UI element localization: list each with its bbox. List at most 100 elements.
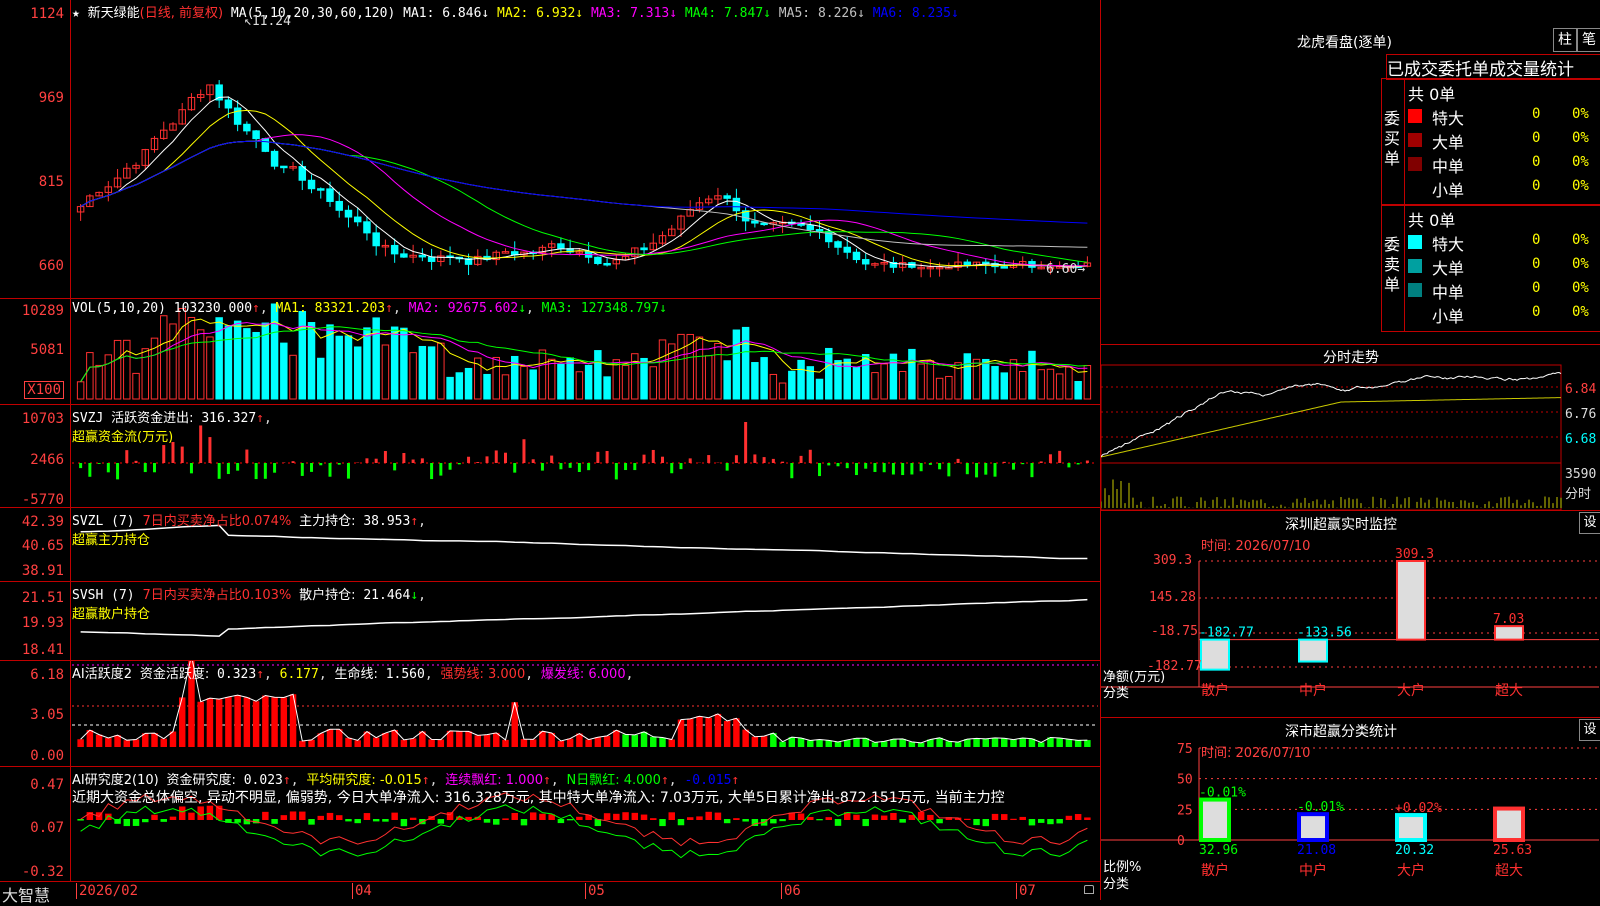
volume-bar [991, 366, 999, 400]
activity-bar [123, 740, 131, 747]
volume-bar [852, 366, 861, 400]
activity-bar [243, 697, 251, 747]
monitor-category-label: 超大 [1495, 683, 1523, 699]
volume-bar [695, 336, 704, 400]
date-bar: 大智慧 2026/02 04 05 06 07 [0, 881, 1100, 905]
activity-bar [585, 739, 592, 747]
brand-label: 大智慧 [2, 886, 51, 905]
ai-research-pane[interactable]: 0.47 0.07 -0.32 AI研究度2(10) 资金研究度: 0.023↑… [0, 767, 1100, 881]
stats-bar [1493, 806, 1525, 842]
volume-bar [298, 311, 307, 400]
volume-bar [926, 360, 935, 400]
order-percent: 0% [1572, 280, 1589, 296]
column-mode-button[interactable]: 柱 [1553, 28, 1577, 52]
order-count: 0 [1532, 178, 1541, 194]
research-bar [289, 811, 297, 820]
research-bar [1074, 814, 1082, 820]
volume-bar [547, 358, 556, 400]
candle [353, 216, 362, 223]
volume-bar [594, 350, 602, 400]
volume-bar [169, 323, 177, 400]
intraday-price-line [1101, 372, 1562, 457]
intraday-chart[interactable] [1101, 345, 1600, 510]
research-bar [317, 815, 324, 820]
stats-value-label: 32.96 [1199, 843, 1238, 858]
volume-bar [584, 364, 593, 400]
candle [427, 256, 436, 262]
volume-bar [982, 358, 990, 400]
volume-bar [631, 353, 639, 400]
monitor-category-label: 散户 [1201, 682, 1229, 699]
activity-bar [982, 738, 990, 747]
volume-bar [825, 347, 833, 400]
activity-bar [474, 735, 482, 747]
candle [335, 200, 343, 211]
longhu-tabs[interactable]: 已成交委托单成交量统计 [1386, 54, 1600, 80]
order-count: 0 [1532, 232, 1541, 248]
order-color-swatch [1408, 157, 1422, 171]
volume-bar [963, 353, 972, 400]
date-tick: 04 [352, 883, 372, 899]
activity-bar [1001, 738, 1008, 747]
candle [270, 150, 279, 167]
research-bar [446, 812, 454, 820]
candle [603, 262, 611, 266]
order-color-swatch [1408, 259, 1422, 273]
research-bar [262, 811, 269, 820]
order-count: 0 [1532, 130, 1541, 146]
activity-bar [483, 734, 491, 747]
candle [363, 221, 371, 234]
research-bar [576, 816, 583, 820]
intraday-panel[interactable]: 分时走势 6.84 6.76 6.68 3590 分时 [1100, 345, 1600, 510]
activity-bar [345, 737, 352, 747]
activity-bar [696, 716, 703, 747]
activity-bar [151, 733, 158, 747]
order-count: 0 [1532, 106, 1541, 122]
research-bar [1010, 818, 1017, 820]
activity-bar [197, 701, 204, 747]
volume-bar [418, 345, 427, 400]
research-bar [437, 819, 445, 824]
monitor-panel: 深圳超赢实时监控 设 时间: 2026/07/10 -182.77 散户 -133.… [1100, 511, 1600, 717]
candle [843, 246, 851, 253]
research-bar [890, 812, 897, 820]
monitor-value-label: -182.77 [1199, 626, 1254, 641]
ma-value: MA1: 6.846↓ [403, 6, 490, 21]
monitor-value-label: -133.56 [1297, 626, 1352, 641]
research-bar [807, 817, 814, 820]
candle [723, 195, 731, 199]
price-chart[interactable] [0, 0, 1100, 298]
y-tick: 25 [1177, 803, 1193, 818]
research-bar [1028, 819, 1036, 826]
activity-bar [686, 718, 694, 747]
research-bar [372, 819, 380, 822]
candle [963, 261, 972, 266]
research-bar [853, 814, 860, 820]
research-bar [797, 813, 805, 820]
volume-bar [861, 354, 870, 400]
activity-bar [206, 698, 214, 747]
lock-icon[interactable] [1084, 885, 1094, 894]
candle [834, 241, 842, 248]
order-color-swatch [1408, 235, 1422, 249]
ai-active-pane[interactable]: 6.18 3.05 0.00 AI活跃度2 资金活跃度: 0.323↑, 6.1… [0, 661, 1100, 766]
monitor-value-label: 7.03 [1493, 612, 1524, 627]
moving-average-line [80, 140, 1088, 224]
activity-bar [594, 737, 602, 747]
volume-pane[interactable]: 10289 5081 X100 VOL(5,10,20) 103230.000↑… [0, 299, 1100, 404]
svzj-pane[interactable]: 10703 2466 -5770 SVZJ 活跃资金进出: 316.327↑, … [0, 405, 1100, 508]
volume-bar [196, 329, 205, 400]
activity-bar [733, 718, 740, 747]
candle [815, 229, 824, 232]
activity-bar [668, 739, 675, 747]
research-bar [825, 817, 832, 820]
volume-bar [1065, 366, 1073, 400]
monitor-bar [1298, 638, 1328, 663]
star-icon: ★ [72, 6, 80, 21]
svzl-pane[interactable]: 42.39 40.65 38.91 SVZL (7) 7日内买卖净占比0.074… [0, 508, 1100, 581]
svsh-pane[interactable]: 21.51 19.93 18.41 SVSH (7) 7日内买卖净占比0.103… [0, 582, 1100, 660]
activity-bar [437, 739, 445, 747]
price-pane[interactable]: 1124 969 815 660 ★ 新天绿能(日线, 前复权) MA(5,10… [0, 0, 1100, 298]
monitor-bar [1494, 625, 1524, 641]
stroke-mode-button[interactable]: 笔 [1577, 28, 1600, 52]
